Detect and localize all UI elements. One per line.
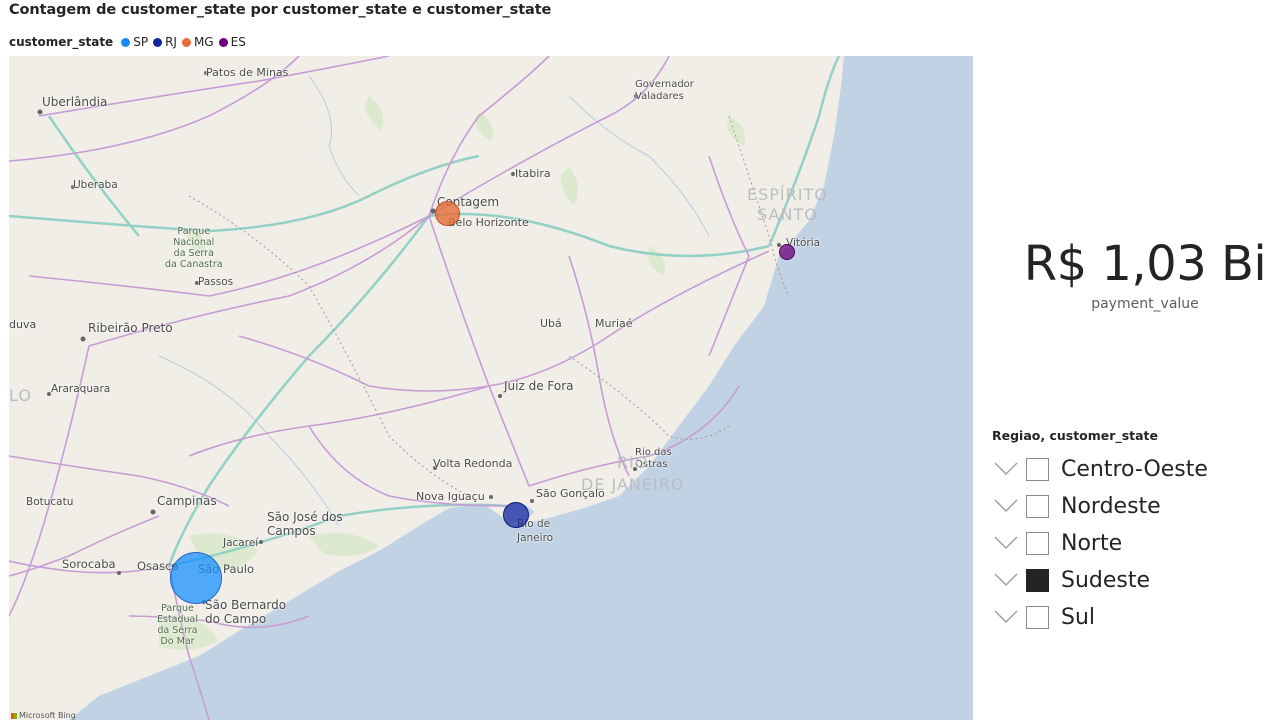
checkbox[interactable] bbox=[1026, 532, 1049, 555]
slicer-item-label: Sudeste bbox=[1061, 568, 1151, 593]
map-label-sao-goncalo: São Gonçalo bbox=[536, 487, 605, 500]
map-label-nova-iguacu: Nova Iguaçu bbox=[416, 490, 485, 503]
map-label-botucatu: Botucatu bbox=[26, 496, 74, 508]
map-label-uberlandia: Uberlândia bbox=[42, 95, 108, 109]
map-label-sao-bernardo: São Bernardo do Campo bbox=[205, 598, 287, 626]
map-label-juiz-de-fora: Juiz de Fora bbox=[504, 379, 574, 393]
map-label-uberaba: Uberaba bbox=[73, 179, 118, 191]
map-label-uba: Ubá bbox=[540, 317, 562, 330]
map-label-governador-valadares: Governador Valadares bbox=[635, 79, 694, 102]
microsoft-logo-icon bbox=[11, 712, 17, 719]
slicer-item-nordeste[interactable]: Nordeste bbox=[992, 488, 1272, 525]
map-label-lo: LO bbox=[9, 386, 32, 405]
slicer-item-centro-oeste[interactable]: Centro-Oeste bbox=[992, 451, 1272, 488]
map-canvas[interactable]: Patos de Minas Uberlândia Governador Val… bbox=[9, 56, 973, 720]
checkbox-checked[interactable] bbox=[1026, 569, 1049, 592]
slicer-item-sudeste[interactable]: Sudeste bbox=[992, 562, 1272, 599]
legend-title: customer_state bbox=[9, 35, 114, 49]
legend-item-rj[interactable]: RJ bbox=[153, 35, 177, 49]
kpi-label: payment_value bbox=[1091, 296, 1199, 312]
map-label-parque-canastra: Parque Nacional da Serra da Canastra bbox=[165, 226, 223, 270]
checkbox[interactable] bbox=[1026, 606, 1049, 629]
map-label-itabira: Itabira bbox=[515, 167, 551, 180]
map-basemap bbox=[9, 56, 973, 720]
legend-dot-icon bbox=[181, 37, 191, 47]
map-legend: customer_state SP RJ MG ES bbox=[9, 34, 251, 50]
slicer-item-norte[interactable]: Norte bbox=[992, 525, 1272, 562]
legend-dot-icon bbox=[218, 37, 228, 47]
map-label-ribeirao-preto: Ribeirão Preto bbox=[88, 321, 173, 335]
bubble-mg[interactable] bbox=[435, 201, 460, 226]
map-label-espirito-santo: ESPÍRITO SANTO bbox=[747, 185, 828, 224]
checkbox[interactable] bbox=[1026, 495, 1049, 518]
map-label-campinas: Campinas bbox=[157, 494, 217, 508]
legend-dot-icon bbox=[153, 37, 163, 47]
region-slicer: Regiao, customer_state Centro-Oeste Nord… bbox=[992, 428, 1272, 636]
legend-dot-icon bbox=[121, 37, 131, 47]
legend-item-mg[interactable]: MG bbox=[181, 35, 214, 49]
map-label-muriae: Muriaé bbox=[595, 317, 633, 330]
bing-attribution[interactable]: Microsoft Bing bbox=[11, 711, 76, 720]
checkbox[interactable] bbox=[1026, 458, 1049, 481]
slicer-item-label: Sul bbox=[1061, 605, 1096, 630]
map-label-parque-serra-mar: Parque Estadual da Serra Do Mar bbox=[157, 603, 199, 647]
kpi-card: R$ 1,03 Bi payment_value bbox=[1012, 232, 1278, 312]
map-label-belo-horizonte: Belo Horizonte bbox=[448, 216, 529, 229]
chevron-down-icon[interactable] bbox=[994, 497, 1020, 517]
map-label-jacarei: Jacareí bbox=[223, 537, 259, 549]
map-title: Contagem de customer_state por customer_… bbox=[9, 2, 552, 18]
map-label-sorocaba: Sorocaba bbox=[62, 557, 116, 571]
legend-item-sp[interactable]: SP bbox=[121, 35, 148, 49]
chevron-down-icon[interactable] bbox=[994, 534, 1020, 554]
kpi-value: R$ 1,03 Bi bbox=[1023, 236, 1267, 292]
slicer-item-label: Norte bbox=[1061, 531, 1123, 556]
chevron-down-icon[interactable] bbox=[994, 571, 1020, 591]
map-label-araraquara: Araraquara bbox=[51, 383, 111, 395]
map-label-volta-redonda: Volta Redonda bbox=[433, 457, 513, 470]
slicer-item-label: Nordeste bbox=[1061, 494, 1161, 519]
bubble-es[interactable] bbox=[779, 244, 795, 260]
map-label-sao-jose-dos-campos: São José dos Campos bbox=[267, 510, 343, 538]
bubble-rj[interactable] bbox=[503, 502, 529, 528]
map-label-patos-de-minas: Patos de Minas bbox=[206, 66, 289, 79]
chevron-down-icon[interactable] bbox=[994, 608, 1020, 628]
legend-item-es[interactable]: ES bbox=[218, 35, 246, 49]
slicer-item-label: Centro-Oeste bbox=[1061, 457, 1208, 482]
map-label-passos: Passos bbox=[198, 276, 234, 288]
slicer-item-sul[interactable]: Sul bbox=[992, 599, 1272, 636]
map-label-duva: duva bbox=[9, 318, 37, 331]
slicer-title: Regiao, customer_state bbox=[992, 428, 1158, 443]
bubble-sp[interactable] bbox=[170, 552, 222, 604]
chevron-down-icon[interactable] bbox=[994, 460, 1020, 480]
